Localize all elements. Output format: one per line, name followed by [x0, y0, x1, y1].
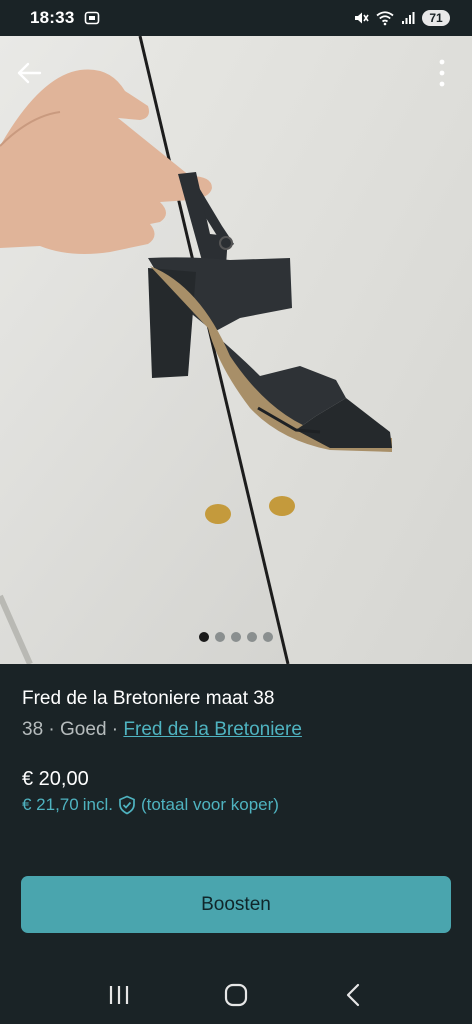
carousel-dot[interactable] — [231, 632, 241, 642]
carousel-dot[interactable] — [215, 632, 225, 642]
carousel-dot[interactable] — [247, 632, 257, 642]
product-photo-carousel[interactable] — [0, 36, 472, 664]
mute-icon — [355, 12, 369, 24]
home-icon — [224, 983, 248, 1007]
status-bar: 18:33 71 — [0, 0, 472, 36]
incl-note: (totaal voor koper) — [140, 795, 279, 814]
status-left: 18:33 — [30, 8, 100, 28]
back-nav-button[interactable] — [333, 975, 373, 1015]
back-arrow-icon[interactable] — [14, 58, 44, 88]
signal-icon — [402, 12, 415, 24]
meta-separator: · — [106, 719, 124, 740]
screenshot-icon — [85, 11, 100, 25]
chevron-left-icon — [347, 983, 360, 1007]
listing-title: Fred de la Bretoniere maat 38 — [22, 688, 275, 709]
listing-details: Fred de la Bretoniere maat 38 38 · Goed … — [22, 688, 452, 741]
listing-size: 38 — [22, 719, 44, 740]
listing-price: € 20,00 — [22, 768, 89, 790]
listing-condition: Goed — [60, 719, 107, 740]
home-button[interactable] — [216, 975, 256, 1015]
more-options-icon[interactable] — [430, 56, 454, 90]
status-right: 71 — [353, 10, 450, 26]
listing-meta: 38 · Goed · Fred de la Bretoniere — [22, 719, 452, 741]
system-nav-bar — [0, 966, 472, 1024]
black-high-heel-sandal-photo — [0, 36, 472, 664]
brand-link[interactable]: Fred de la Bretoniere — [123, 719, 302, 740]
meta-separator: · — [43, 719, 61, 740]
carousel-indicator — [0, 632, 472, 642]
buyer-total-row: € 21,70 incl. (totaal voor koper) — [22, 795, 279, 815]
recent-apps-icon — [109, 986, 128, 1004]
shield-check-icon[interactable] — [117, 795, 137, 815]
recent-apps-button[interactable] — [99, 975, 139, 1015]
wifi-icon — [376, 11, 394, 26]
carousel-dot[interactable] — [263, 632, 273, 642]
battery-indicator: 71 — [422, 10, 450, 26]
price-incl: € 21,70 — [22, 795, 79, 814]
carousel-dot[interactable] — [199, 632, 209, 642]
boost-button[interactable]: Boosten — [21, 876, 451, 933]
status-time: 18:33 — [30, 8, 75, 27]
incl-label: incl. — [82, 795, 113, 814]
